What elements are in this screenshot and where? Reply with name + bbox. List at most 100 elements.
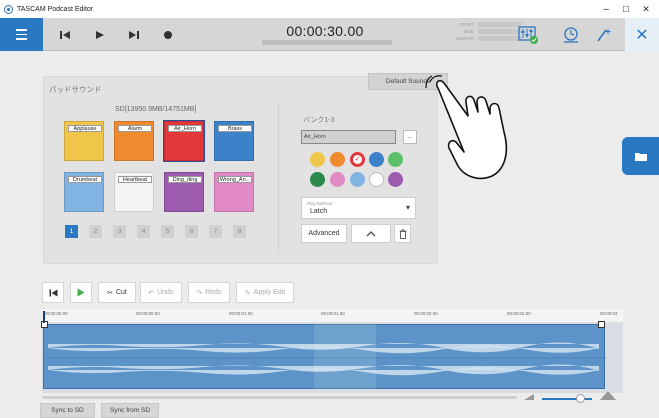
clip-end-handle[interactable] [598, 321, 605, 328]
move-up-button[interactable] [351, 224, 391, 243]
pad-page-4[interactable]: 4 [137, 225, 150, 238]
redo-button[interactable]: ↷ Redo [188, 282, 230, 303]
pad-label: Alarm [118, 125, 152, 132]
delete-button[interactable] [394, 224, 411, 243]
cut-button[interactable]: ✂ Cut [98, 282, 136, 303]
pad-page-1[interactable]: 1 [65, 225, 78, 238]
hamburger-menu-button[interactable] [0, 18, 43, 51]
cut-label: Cut [115, 289, 127, 296]
pad-name-input[interactable]: Air_Horn [301, 130, 396, 144]
undo-button[interactable]: ↶ Undo [140, 282, 182, 303]
tick-label: 00:00:00.50 [136, 311, 160, 316]
pad-drumbeat[interactable]: Drumbeat [64, 172, 104, 212]
apply-edit-label: Apply Edit [253, 289, 286, 296]
color-swatch-white[interactable] [369, 172, 384, 187]
advanced-button[interactable]: Advanced [301, 224, 347, 243]
end-label: END [464, 29, 474, 34]
panel-close-icon[interactable]: ✕ [625, 18, 659, 51]
sd-capacity-label: SD[13950.9MB/14751MB] [115, 106, 197, 113]
undo-label: Undo [157, 289, 174, 296]
scissors-icon: ✂ [107, 289, 113, 297]
color-swatch-yellow[interactable] [310, 152, 325, 167]
tick-label: 00:00:03 [600, 311, 618, 316]
tick-label: 00:00:02.50 [507, 311, 531, 316]
chevron-down-icon: ▾ [405, 203, 410, 212]
sync-from-sd-button[interactable]: Sync from SD [101, 403, 159, 418]
color-swatch-light-blue[interactable] [350, 172, 365, 187]
folder-panel-button[interactable] [622, 137, 659, 175]
color-swatch-orange[interactable] [330, 152, 345, 167]
pad-page-3[interactable]: 3 [113, 225, 126, 238]
preview-play-button[interactable] [70, 282, 92, 303]
pad-page-8[interactable]: 8 [233, 225, 246, 238]
start-label: START [459, 22, 474, 27]
end-value-field [478, 29, 522, 34]
undo-icon: ↶ [148, 289, 155, 297]
pad-label: Air_Horn [168, 125, 202, 132]
playhead[interactable] [43, 311, 45, 323]
pad-page-2[interactable]: 2 [89, 225, 102, 238]
panel-divider [278, 103, 279, 251]
redo-label: Redo [205, 289, 222, 296]
hand-pointer-icon [425, 75, 508, 180]
bank-label: バンク1-3 [303, 117, 335, 124]
time-progress-bar[interactable] [262, 40, 392, 45]
play-method-select[interactable]: Play Method Latch ▾ [301, 197, 416, 219]
selection-highlight [314, 324, 376, 389]
color-swatch-blue[interactable] [369, 152, 384, 167]
pad-heartbeat[interactable]: Heartbeat [114, 172, 154, 212]
zoom-slider-knob[interactable] [576, 394, 585, 403]
more-options-button[interactable]: ... [403, 130, 417, 144]
pad-page-7[interactable]: 7 [209, 225, 222, 238]
pad-applause[interactable]: Applause [64, 121, 104, 161]
pad-label: Wrong_An... [218, 176, 252, 183]
play-icon[interactable] [92, 27, 108, 43]
pad-page-5[interactable]: 5 [161, 225, 174, 238]
play-method-value: Latch [310, 208, 328, 215]
skip-forward-icon[interactable] [126, 27, 142, 43]
transport-toolbar: 00:00:30.00 START END LENGTH ✕ [0, 18, 659, 51]
pad-label: Applause [68, 125, 102, 132]
tick-label: 00:00:00.00 [44, 311, 68, 316]
pad-air-horn[interactable]: Air_Horn [163, 120, 205, 162]
pad-brass[interactable]: Brass [214, 121, 254, 161]
window-title: TASCAM Podcast Editor [17, 5, 94, 13]
history-icon[interactable] [561, 25, 581, 45]
skip-back-icon [49, 289, 57, 296]
pad-wrong-answer[interactable]: Wrong_An... [214, 172, 254, 212]
window-close-button[interactable]: ✕ [633, 0, 659, 18]
play-icon [77, 288, 85, 297]
pad-page-6[interactable]: 6 [185, 225, 198, 238]
tick-label: 00:00:01.00 [229, 311, 253, 316]
skip-to-start-button[interactable] [42, 282, 64, 303]
mixer-icon[interactable] [517, 25, 539, 45]
time-meta-labels: START END LENGTH [446, 21, 474, 42]
play-method-caption: Play Method [307, 201, 333, 206]
time-display: 00:00:30.00 [286, 23, 364, 39]
color-swatch-red[interactable] [350, 152, 365, 167]
magic-wand-icon[interactable] [593, 25, 613, 45]
sync-to-sd-button[interactable]: Sync to SD [40, 403, 95, 418]
start-value-field [478, 22, 522, 27]
tick-label: 00:00:02.00 [414, 311, 438, 316]
timeline-scrollbar[interactable] [42, 396, 517, 399]
redo-icon: ↷ [196, 289, 203, 297]
chevron-up-icon [366, 230, 376, 236]
apply-edit-button[interactable]: ✎ Apply Edit [236, 282, 294, 303]
pad-label: Drumbeat [68, 176, 102, 183]
pad-ding-ding[interactable]: Ding_ding [164, 172, 204, 212]
pencil-icon: ✎ [244, 289, 251, 297]
trash-icon [399, 228, 406, 239]
zoom-out-icon[interactable] [524, 394, 534, 400]
record-icon[interactable] [160, 27, 176, 43]
color-swatch-dark-green[interactable] [310, 172, 325, 187]
zoom-in-icon[interactable] [600, 391, 616, 400]
color-swatch-purple[interactable] [388, 172, 403, 187]
folder-icon [634, 152, 647, 161]
panel-title: パッドサウンド [49, 85, 102, 94]
pad-alarm[interactable]: Alarm [114, 121, 154, 161]
app-logo-icon [4, 4, 13, 14]
skip-back-icon[interactable] [57, 27, 73, 43]
color-swatch-pink[interactable] [330, 172, 345, 187]
color-swatch-green[interactable] [388, 152, 403, 167]
